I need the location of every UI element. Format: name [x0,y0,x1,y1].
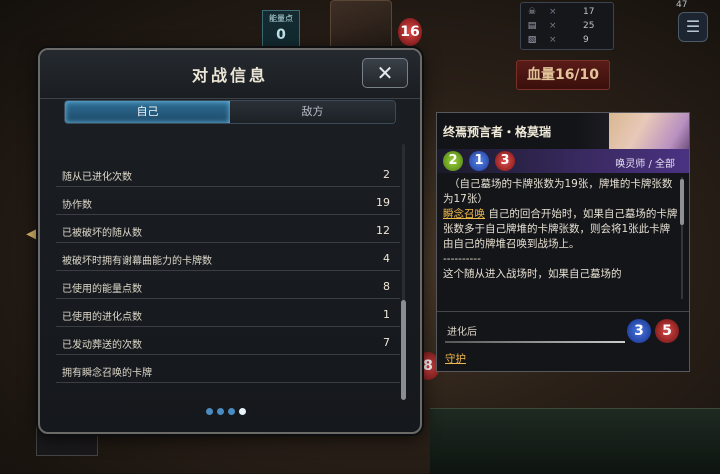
cost-gem: 2 [443,151,463,171]
stat-value: 19 [376,196,390,209]
card-text-line: 这个随从进入战场时，如果自己墓场的 [443,268,622,280]
side-tabs: 自己 敌方 [64,100,396,124]
page-dot[interactable] [228,408,235,415]
stat-row: 被破坏时拥有谢幕曲能力的卡牌数 4 [56,246,400,271]
card-detail-panel: 终焉预言者・格莫瑞 2 1 3 唤灵师 / 全部 （自己墓场的卡牌张数为19张，… [436,112,690,372]
card-name-bar: 终焉预言者・格莫瑞 [437,113,689,149]
deck-icon: ▤ [527,21,537,31]
card-text[interactable]: （自己墓场的卡牌张数为19张，牌堆的卡牌张数为17张） 瞬念召唤 自己的回合开始… [443,177,679,303]
tab-self[interactable]: 自己 [65,101,230,123]
skull-icon: ☠ [527,7,537,17]
board-card-top [330,0,392,50]
stat-value: 7 [383,336,390,349]
card-name: 终焉预言者・格莫瑞 [443,125,552,139]
pp-label: 能量点 [269,14,293,23]
stats-list: 随从已进化次数 2 协作数 19 已被破坏的随从数 12 被破坏时拥有谢幕曲能力… [56,162,400,384]
stat-row: 已发动葬送的次数 7 [56,330,400,355]
deck-counters: ☠ × 17 ▤ × 25 ▧ × 9 [520,2,614,50]
top-score: 47 [676,0,688,10]
hp-display: 血量16/10 [516,60,610,90]
graveyard-counter: ☠ × 17 [527,7,595,17]
tab-enemy[interactable]: 敌方 [230,101,395,123]
stat-value: 12 [376,224,390,237]
evolved-attack-gem: 3 [627,319,651,343]
evolved-keyword-link[interactable]: 守护 [445,351,466,366]
pp-value: 0 [276,27,286,43]
stat-row: 协作数 19 [56,190,400,215]
page-dot[interactable] [206,408,213,415]
deck-counter: ▤ × 25 [527,21,595,31]
stat-row: 已使用的进化点数 1 [56,302,400,327]
evolved-defense-gem: 5 [655,319,679,343]
stat-label: 已发动葬送的次数 [62,340,142,351]
keyword-link[interactable]: 瞬念召唤 [443,208,485,220]
stat-row: 随从已进化次数 2 [56,162,400,187]
page-indicator [206,408,256,418]
attack-gem: 1 [469,151,489,171]
pp-counter: 能量点 0 [262,10,300,48]
scrollbar-thumb[interactable] [401,300,406,400]
card-text-ability: 瞬念召唤 自己的回合开始时，如果自己墓场的卡牌张数多于自己牌堆的卡牌张数，则会将… [443,207,679,252]
stat-label: 被破坏时拥有谢幕曲能力的卡牌数 [62,256,212,267]
board-gem-top: 16 [398,18,422,46]
hand-icon: ▧ [527,35,537,45]
stat-label: 已使用的能量点数 [62,284,142,295]
card-class: 唤灵师 / 全部 [615,159,675,170]
stat-label: 已使用的进化点数 [62,312,142,323]
close-button[interactable]: ✕ [362,58,408,88]
stat-value: 2 [383,168,390,181]
stat-label: 拥有瞬念召唤的卡牌 [62,368,152,379]
stat-row: 已被破坏的随从数 12 [56,218,400,243]
stat-value: 8 [383,280,390,293]
hand-area [430,408,720,474]
stat-value: 1 [383,308,390,321]
menu-icon[interactable]: ☰ [678,12,708,42]
dialog-header: 对战信息 ✕ [40,50,420,99]
divider [437,311,689,312]
card-portrait [609,113,689,149]
stat-row: 已使用的能量点数 8 [56,274,400,299]
card-text-scroll-thumb[interactable] [680,179,684,225]
stat-row[interactable]: 拥有瞬念召唤的卡牌 [56,358,400,383]
hand-counter: ▧ × 9 [527,35,589,45]
card-stat-bar: 2 1 3 唤灵师 / 全部 [437,149,689,173]
card-text-separator: ---------- [443,253,481,265]
page-dot[interactable] [217,408,224,415]
stat-value: 4 [383,252,390,265]
stat-label: 协作数 [62,200,92,211]
defense-gem: 3 [495,151,515,171]
stat-label: 随从已进化次数 [62,172,132,183]
evolved-divider [445,341,625,343]
page-dot-active[interactable] [239,408,246,415]
card-text-line: （自己墓场的卡牌张数为19张，牌堆的卡牌张数为17张） [443,178,673,205]
stat-label: 已被破坏的随从数 [62,228,142,239]
battle-info-dialog: 对战信息 ✕ 自己 敌方 随从已进化次数 2 协作数 19 已被破坏的随从数 1… [38,48,422,434]
evolved-label: 进化后 [447,327,477,338]
